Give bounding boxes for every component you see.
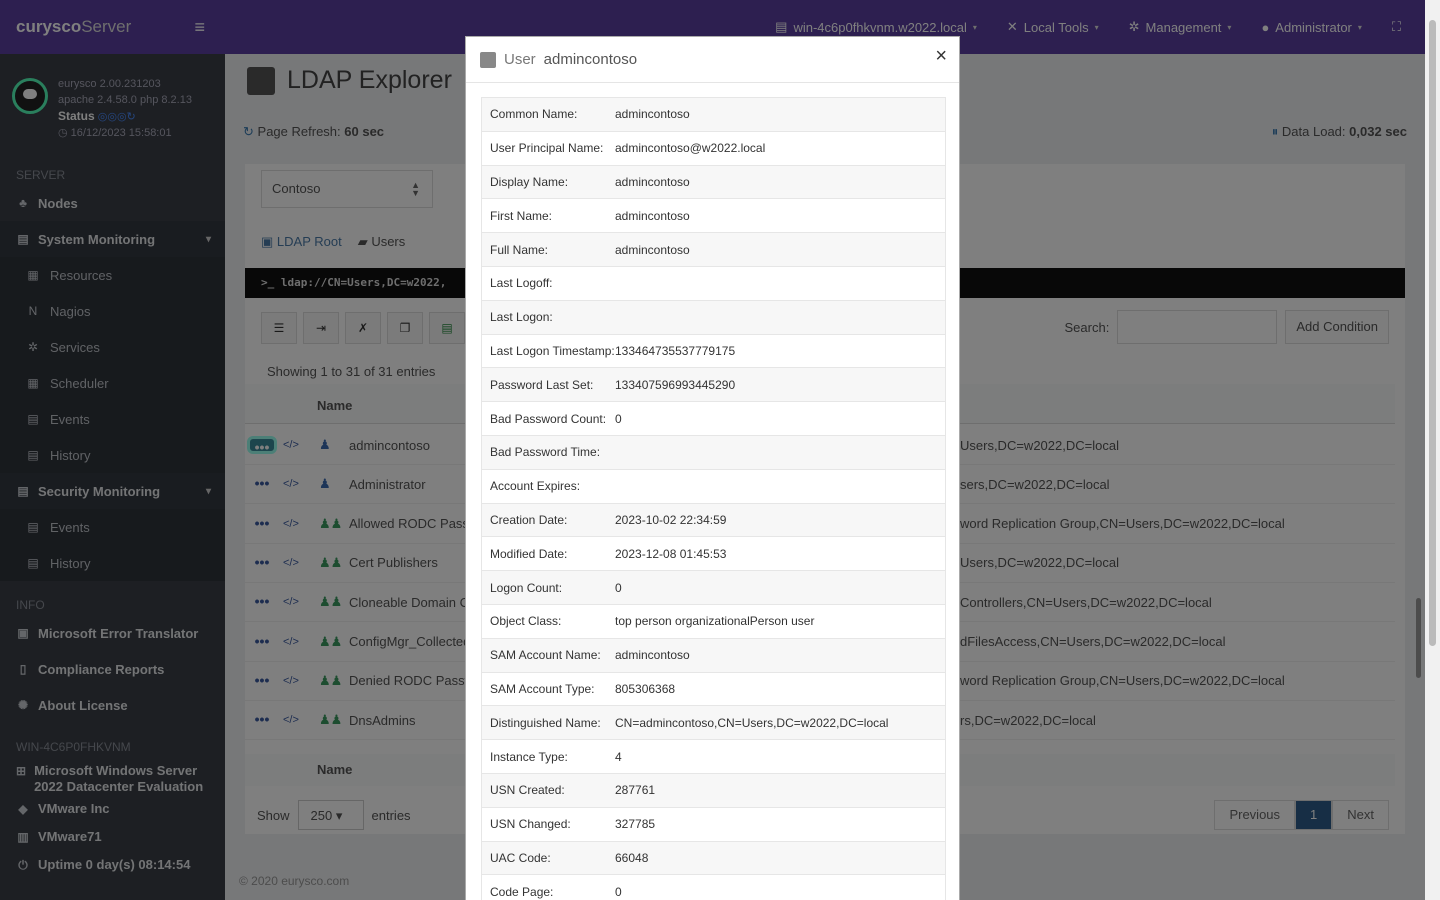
attribute-row: Last Logoff: (481, 266, 946, 301)
attribute-key: SAM Account Type: (490, 681, 595, 696)
attribute-key: Code Page: (490, 884, 554, 899)
modal-title-name: admincontoso (543, 51, 638, 68)
attribute-key: Distinguished Name: (490, 715, 601, 730)
attribute-value: top person organizationalPerson user (615, 614, 815, 629)
attribute-value: CN=admincontoso,CN=Users,DC=w2022,DC=loc… (615, 715, 889, 730)
attributes-table: Common Name: admincontoso User Principal N… (481, 97, 946, 900)
attribute-row: Password Last Set: 133407596993445290 (481, 368, 946, 403)
attribute-value: 327785 (615, 817, 656, 832)
attribute-value: 0 (615, 580, 622, 595)
attribute-value: 805306368 (615, 681, 676, 696)
attribute-key: Password Last Set: (490, 377, 594, 392)
attribute-key: Object Class: (490, 614, 562, 629)
close-icon[interactable]: × (935, 45, 947, 68)
attribute-key: USN Changed: (490, 817, 571, 832)
page-scrollbar[interactable] (1425, 0, 1440, 900)
attribute-key: Creation Date: (490, 512, 568, 527)
attribute-row: USN Changed: 327785 (481, 807, 946, 842)
attribute-row: USN Created: 287761 (481, 773, 946, 808)
attribute-key: User Principal Name: (490, 141, 604, 156)
attribute-value: 2023-10-02 22:34:59 (615, 512, 727, 527)
attribute-key: Display Name: (490, 174, 569, 189)
attribute-value: admincontoso (615, 242, 690, 257)
attribute-value: admincontoso@w2022.local (615, 141, 766, 156)
attribute-value: admincontoso (615, 174, 690, 189)
attribute-key: Bad Password Count: (490, 411, 607, 426)
attribute-key: First Name: (490, 208, 553, 223)
attribute-row: Bad Password Time: (481, 435, 946, 470)
attribute-value: 4 (615, 749, 622, 764)
attribute-row: Modified Date: 2023-12-08 01:45:53 (481, 537, 946, 572)
attribute-row: Logon Count: 0 (481, 571, 946, 605)
attribute-key: UAC Code: (490, 850, 551, 865)
attribute-row: Object Class: top person organizationalPe… (481, 604, 946, 639)
attribute-row: Account Expires: (481, 469, 946, 504)
attribute-value: 287761 (615, 783, 656, 798)
attribute-row: Full Name: admincontoso (481, 233, 946, 267)
attribute-key: Last Logon Timestamp: (490, 343, 615, 358)
attribute-row: Common Name: admincontoso (481, 98, 946, 132)
attribute-row: Code Page: 0 (481, 875, 946, 900)
attribute-key: Bad Password Time: (490, 445, 601, 460)
modal-title-prefix: User (504, 51, 536, 68)
user-card-icon (480, 51, 496, 68)
attribute-value: 66048 (615, 850, 649, 865)
attribute-value: 133407596993445290 (615, 377, 736, 392)
attribute-row: Distinguished Name: CN=admincontoso,CN=Us… (481, 706, 946, 741)
attribute-value: admincontoso (615, 648, 690, 663)
attribute-key: Last Logon: (490, 310, 553, 325)
attribute-value: admincontoso (615, 208, 690, 223)
attribute-row: Last Logon: (481, 300, 946, 335)
attribute-value: admincontoso (615, 107, 690, 122)
attribute-key: Account Expires: (490, 479, 581, 494)
attribute-key: USN Created: (490, 783, 565, 798)
attribute-row: User Principal Name: admincontoso@w2022.l… (481, 131, 946, 166)
attribute-value: 2023-12-08 01:45:53 (615, 546, 727, 561)
attribute-key: Logon Count: (490, 580, 563, 595)
attribute-row: Bad Password Count: 0 (481, 402, 946, 436)
attribute-row: Creation Date: 2023-10-02 22:34:59 (481, 503, 946, 538)
attribute-row: First Name: admincontoso (481, 199, 946, 234)
attribute-key: Instance Type: (490, 749, 568, 764)
attribute-value: 0 (615, 411, 622, 426)
attribute-row: SAM Account Name: admincontoso (481, 638, 946, 673)
attribute-value: 133464735537779175 (615, 343, 736, 358)
attribute-key: Common Name: (490, 107, 578, 122)
attribute-key: Modified Date: (490, 546, 568, 561)
attribute-row: SAM Account Type: 805306368 (481, 672, 946, 707)
attribute-key: Full Name: (490, 242, 549, 257)
attribute-row: Last Logon Timestamp: 133464735537779175 (481, 334, 946, 369)
attribute-key: Last Logoff: (490, 276, 553, 291)
attribute-row: Instance Type: 4 (481, 740, 946, 774)
attribute-row: Display Name: admincontoso (481, 165, 946, 200)
user-modal: User admincontoso × Common Name: admincont… (465, 36, 960, 900)
page-scroll-thumb[interactable] (1429, 20, 1436, 646)
modal-header: User admincontoso (466, 37, 959, 83)
attribute-value: 0 (615, 884, 622, 899)
attribute-key: SAM Account Name: (490, 648, 601, 663)
attribute-row: UAC Code: 66048 (481, 841, 946, 876)
